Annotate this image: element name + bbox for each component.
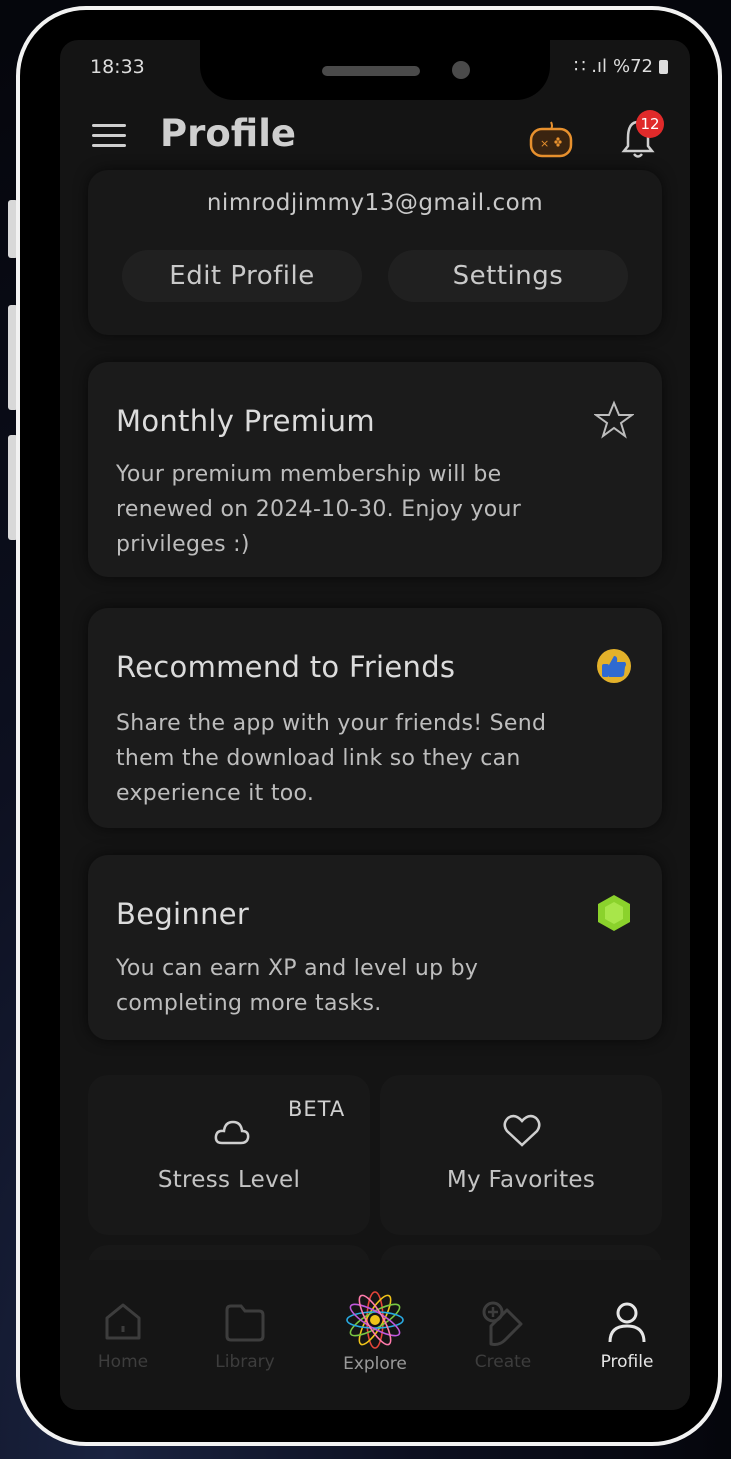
edit-profile-button[interactable]: Edit Profile [122, 250, 362, 302]
page-title: Profile [160, 112, 296, 155]
nav-profile[interactable]: Profile [582, 1300, 672, 1372]
account-email: nimrodjimmy13@gmail.com [206, 190, 544, 216]
folder-icon [225, 1304, 265, 1342]
nav-library-label: Library [215, 1352, 275, 1372]
stress-level-tile[interactable]: BETA Stress Level [88, 1075, 370, 1235]
nav-explore-label: Explore [343, 1354, 407, 1374]
nav-create[interactable]: Create [458, 1300, 548, 1372]
battery-icon [659, 59, 668, 74]
nav-explore[interactable]: Explore [330, 1288, 420, 1374]
premium-title: Monthly Premium [116, 404, 375, 438]
level-card[interactable]: Beginner You can earn XP and level up by… [88, 855, 662, 1040]
premium-description: Your premium membership will be renewed … [116, 462, 522, 557]
cloud-icon [214, 1120, 250, 1145]
my-favorites-tile[interactable]: My Favorites [380, 1075, 662, 1235]
nav-home-label: Home [97, 1352, 149, 1372]
app-screen: 18:33 ∷ .ıl %72 Profile × 12 nimrodjimmy… [60, 40, 690, 1410]
create-icon [482, 1301, 523, 1346]
settings-button[interactable]: Settings [388, 250, 628, 302]
nav-home[interactable]: Home [78, 1300, 168, 1372]
gamepad-icon[interactable]: × [528, 120, 574, 158]
home-icon [105, 1303, 141, 1340]
green-hexagon-icon [598, 895, 630, 931]
nav-profile-label: Profile [600, 1352, 654, 1372]
nav-library[interactable]: Library [200, 1300, 290, 1372]
bottom-navigation: Home Library Explore Create Profile [60, 1260, 690, 1410]
level-description: You can earn XP and level up by completi… [116, 956, 479, 1016]
camera-notch [200, 40, 550, 100]
nav-create-label: Create [474, 1352, 532, 1372]
recommend-description: Share the app with your friends! Send th… [116, 711, 547, 806]
my-favorites-label: My Favorites [446, 1167, 596, 1193]
svg-text:×: × [540, 137, 549, 150]
status-time: 18:33 [90, 56, 145, 78]
level-title: Beginner [116, 897, 250, 931]
thumbs-up-badge-icon [597, 649, 631, 683]
battery-level: %72 [612, 56, 653, 77]
app-header: Profile × 12 [60, 102, 690, 172]
mandala-icon [346, 1291, 404, 1349]
notification-badge: 12 [636, 110, 664, 138]
recommend-title: Recommend to Friends [116, 650, 456, 684]
menu-icon[interactable] [92, 124, 126, 147]
status-indicators: ∷ .ıl %72 [574, 56, 668, 77]
recommend-card[interactable]: Recommend to Friends Share the app with … [88, 608, 662, 828]
premium-card[interactable]: Monthly Premium Your premium membership … [88, 362, 662, 577]
signal-icon: ∷ .ıl [574, 56, 607, 77]
stress-level-label: Stress Level [157, 1167, 301, 1193]
star-outline-icon [594, 400, 634, 439]
heart-icon [503, 1114, 541, 1147]
beta-tag: BETA [288, 1097, 346, 1121]
person-icon [608, 1302, 646, 1343]
